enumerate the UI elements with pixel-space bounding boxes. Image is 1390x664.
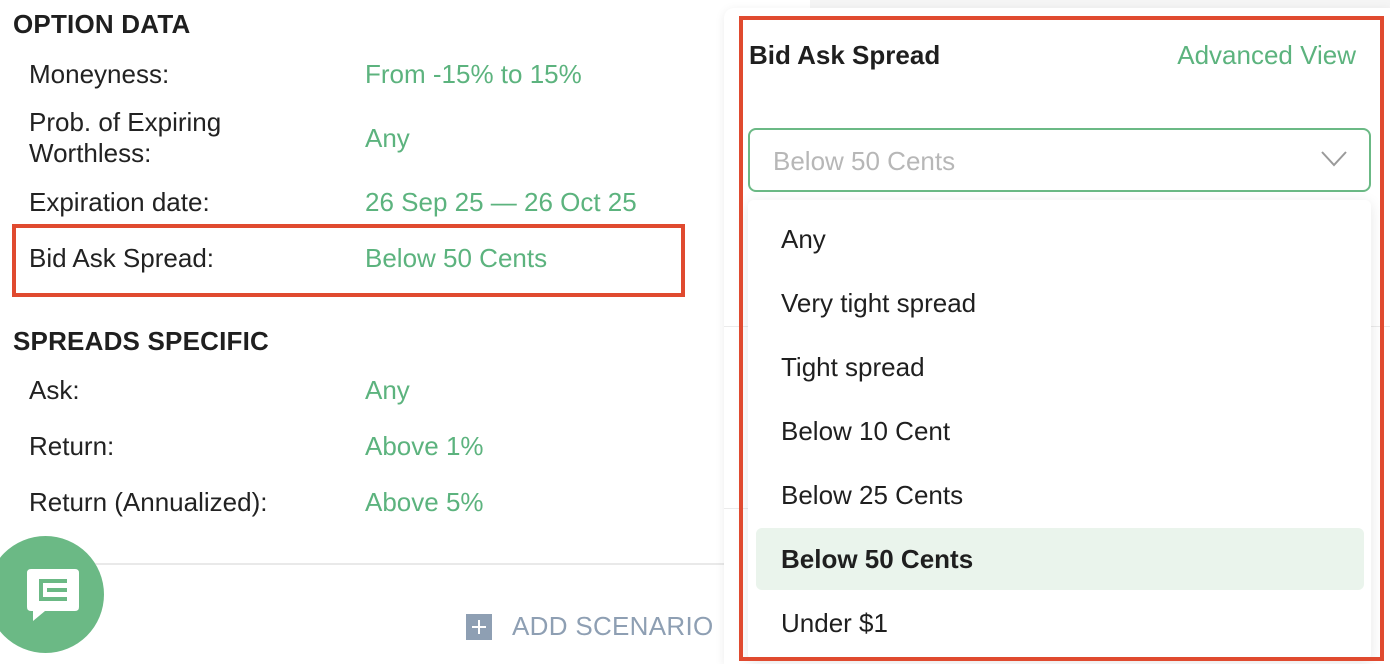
- expiration-date-label: Expiration date:: [29, 187, 210, 217]
- ask-value[interactable]: Any: [365, 375, 410, 406]
- return-label: Return:: [29, 431, 115, 461]
- return-annualized-label: Return (Annualized):: [29, 487, 268, 517]
- option-under-1-dollar[interactable]: Under $1: [756, 592, 1364, 654]
- filter-panel: OPTION DATA Moneyness: From -15% to 15% …: [0, 0, 810, 664]
- add-scenario-button[interactable]: ADD SCENARIO: [466, 611, 714, 642]
- option-below-25-cents[interactable]: Below 25 Cents: [756, 464, 1364, 526]
- spreads-specific-heading: SPREADS SPECIFIC: [13, 326, 270, 356]
- expiration-date-value[interactable]: 26 Sep 25 — 26 Oct 25: [365, 187, 637, 218]
- option-below-50-cents[interactable]: Below 50 Cents: [756, 528, 1364, 590]
- prob-expiring-worthless-value[interactable]: Any: [365, 123, 410, 154]
- option-any[interactable]: Any: [756, 208, 1364, 270]
- option-very-tight-spread[interactable]: Very tight spread: [756, 272, 1364, 334]
- bid-ask-spread-highlight: [12, 224, 685, 297]
- return-value[interactable]: Above 1%: [365, 431, 484, 462]
- moneyness-value[interactable]: From -15% to 15%: [365, 59, 582, 90]
- bid-ask-spread-select[interactable]: Below 50 Cents: [748, 128, 1371, 192]
- plus-square-icon: [466, 613, 492, 640]
- ask-label: Ask:: [29, 375, 80, 405]
- section-divider: [0, 563, 810, 565]
- return-annualized-value[interactable]: Above 5%: [365, 487, 484, 518]
- popover-title: Bid Ask Spread: [749, 40, 941, 70]
- chat-icon: [26, 568, 79, 621]
- option-tight-spread[interactable]: Tight spread: [756, 336, 1364, 398]
- prob-expiring-worthless-label: Prob. of Expiring Worthless:: [29, 107, 222, 168]
- option-below-10-cent[interactable]: Below 10 Cent: [756, 400, 1364, 462]
- add-scenario-label: ADD SCENARIO: [512, 611, 714, 641]
- chevron-down-icon: [1321, 151, 1347, 167]
- advanced-view-link[interactable]: Advanced View: [1177, 40, 1356, 71]
- spread-options-list: Any Very tight spread Tight spread Below…: [748, 200, 1371, 660]
- option-data-heading: OPTION DATA: [13, 9, 191, 39]
- select-current-value: Below 50 Cents: [773, 146, 956, 176]
- moneyness-label: Moneyness:: [29, 59, 170, 89]
